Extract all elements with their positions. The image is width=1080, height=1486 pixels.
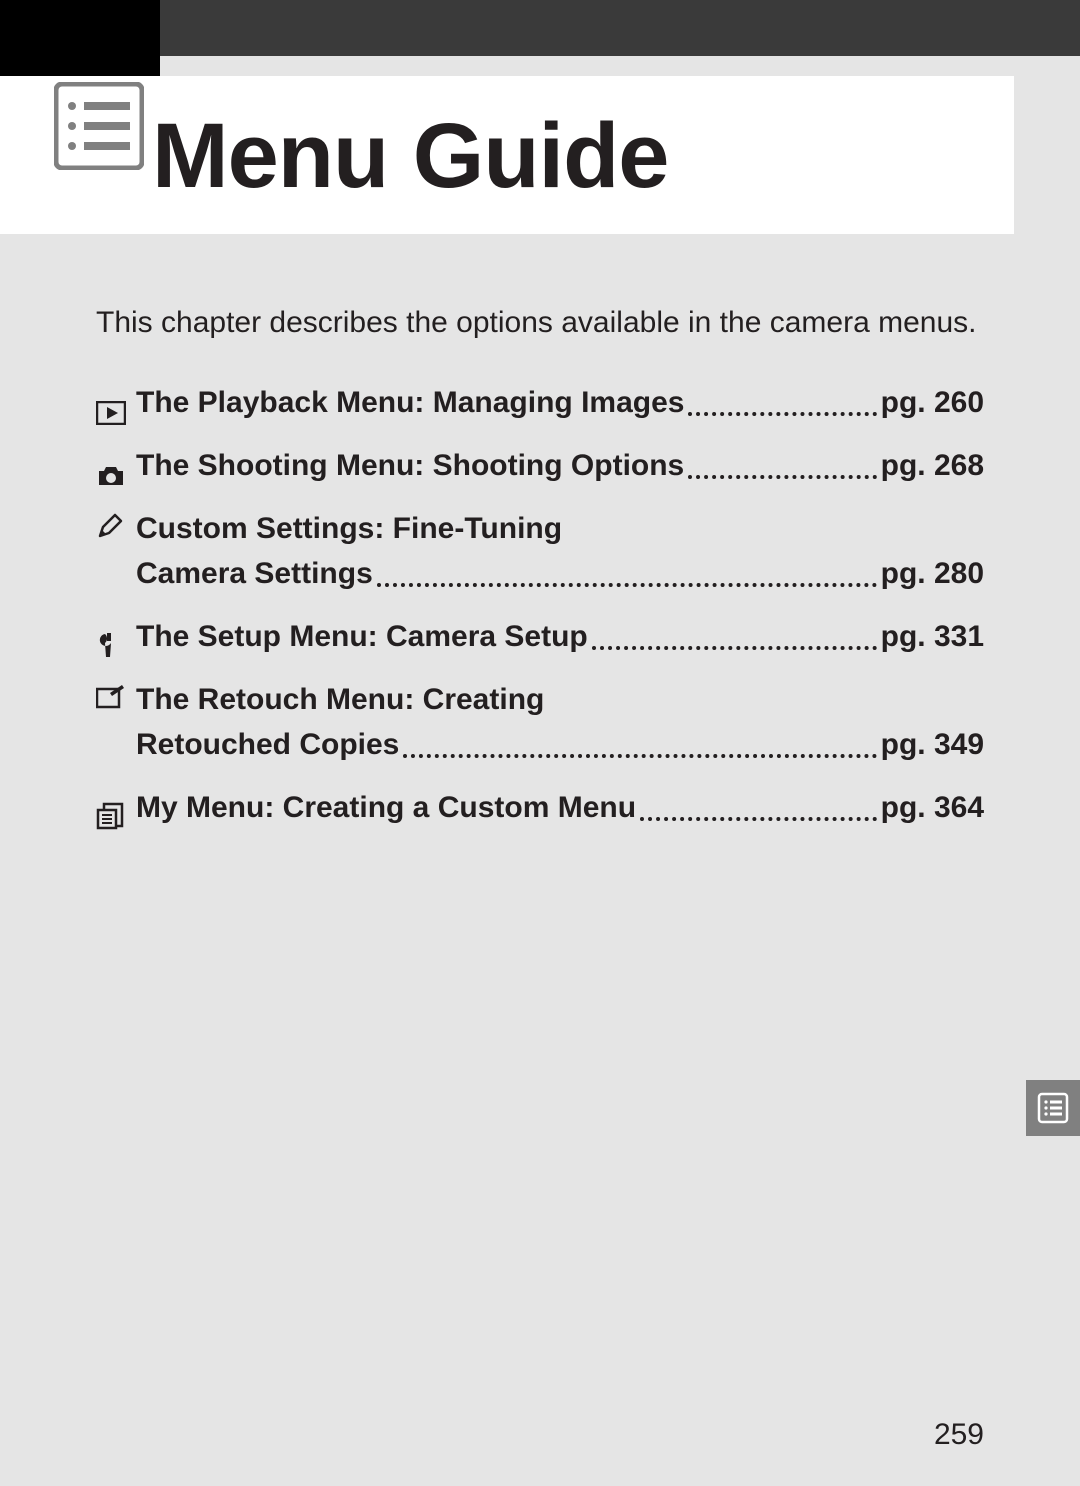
toc-title-line2: Camera Settings xyxy=(136,551,373,596)
page-title: Menu Guide xyxy=(152,104,668,209)
dot-leaders xyxy=(640,817,877,821)
toc-title-line1: Custom Settings: Fine-Tuning xyxy=(136,506,562,551)
toc-page: pg. 280 xyxy=(881,551,984,596)
menu-list-icon-small xyxy=(1037,1092,1069,1124)
dot-leaders xyxy=(688,475,876,479)
chapter-tab xyxy=(0,0,160,76)
toc-page: pg. 349 xyxy=(881,722,984,767)
toc-entry-playback: The Playback Menu: Managing Images pg. 2… xyxy=(96,380,984,425)
toc-title: The Shooting Menu: Shooting Options xyxy=(136,443,684,488)
toc-page: pg. 268 xyxy=(881,443,984,488)
toc-title: The Playback Menu: Managing Images xyxy=(136,380,684,425)
toc-page: pg. 260 xyxy=(881,380,984,425)
page-number: 259 xyxy=(934,1418,984,1452)
my-menu-icon xyxy=(96,796,136,830)
dot-leaders xyxy=(592,646,877,650)
toc-title-line1: The Retouch Menu: Creating xyxy=(136,677,544,722)
toc-title-line2: Retouched Copies xyxy=(136,722,399,767)
table-of-contents: The Playback Menu: Managing Images pg. 2… xyxy=(96,380,984,848)
dot-leaders xyxy=(688,412,876,416)
section-thumb-tab xyxy=(1026,1080,1080,1136)
dot-leaders xyxy=(403,754,876,758)
pencil-icon xyxy=(96,506,136,551)
toc-page: pg. 364 xyxy=(881,785,984,830)
wrench-icon xyxy=(96,625,136,659)
toc-entry-custom: Custom Settings: Fine-Tuning Camera Sett… xyxy=(96,506,984,596)
intro-text: This chapter describes the options avail… xyxy=(96,302,984,344)
toc-page: pg. 331 xyxy=(881,614,984,659)
camera-icon xyxy=(96,458,136,488)
header-bar xyxy=(0,0,1080,56)
dot-leaders xyxy=(377,583,877,587)
playback-icon xyxy=(96,395,136,425)
toc-title: The Setup Menu: Camera Setup xyxy=(136,614,588,659)
toc-title: My Menu: Creating a Custom Menu xyxy=(136,785,636,830)
toc-entry-retouch: The Retouch Menu: Creating Retouched Cop… xyxy=(96,677,984,767)
toc-entry-setup: The Setup Menu: Camera Setup pg. 331 xyxy=(96,614,984,659)
menu-list-icon xyxy=(54,82,144,170)
toc-entry-mymenu: My Menu: Creating a Custom Menu pg. 364 xyxy=(96,785,984,830)
toc-entry-shooting: The Shooting Menu: Shooting Options pg. … xyxy=(96,443,984,488)
retouch-icon xyxy=(96,677,136,722)
